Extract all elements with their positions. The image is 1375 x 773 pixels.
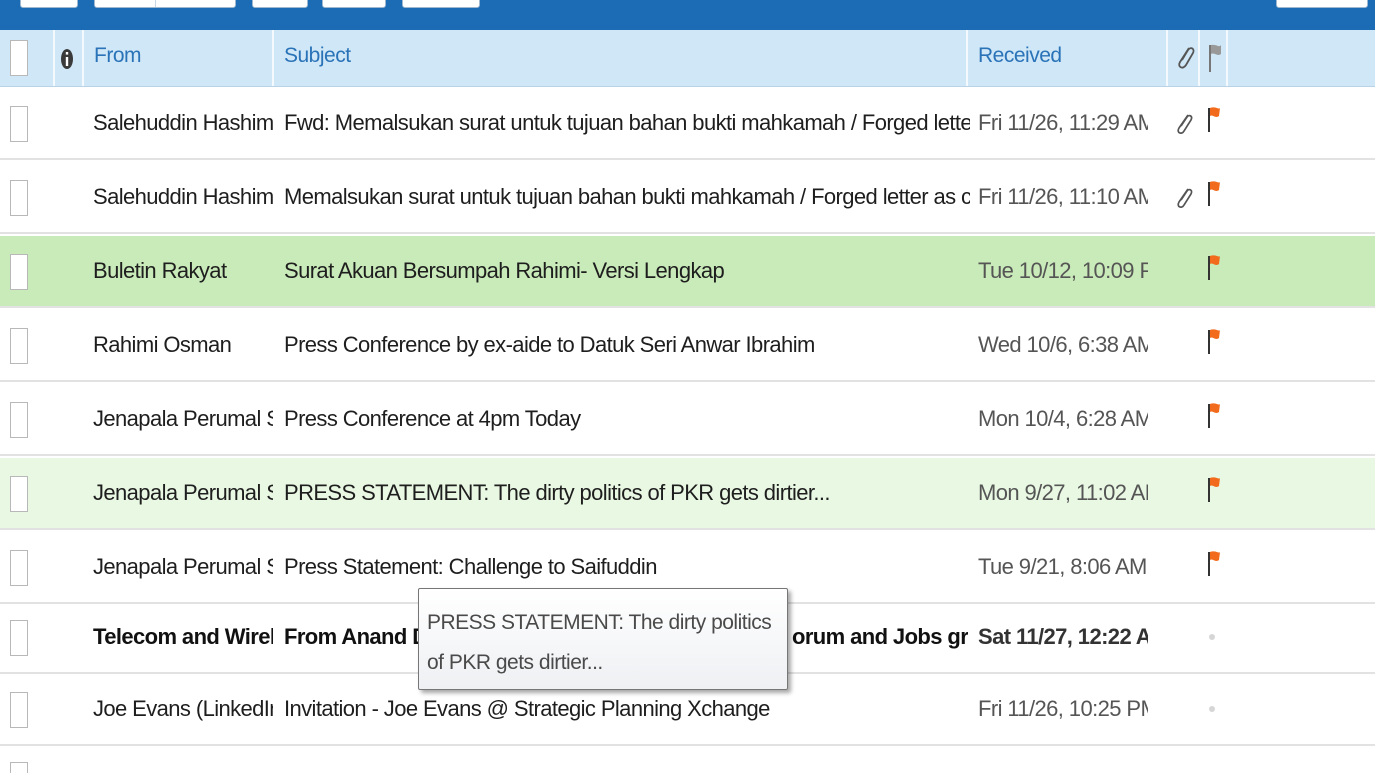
- message-subject: Press Conference by ex-aide to Datuk Ser…: [284, 332, 815, 357]
- message-received: Fri 11/26, 11:10 AM: [978, 184, 1148, 209]
- message-subject-tail: orum and Jobs grou...: [792, 624, 968, 649]
- row-checkbox[interactable]: [10, 692, 28, 728]
- flag-icon[interactable]: [1204, 400, 1224, 430]
- message-row[interactable]: Buletin Rakyat Surat Akuan Bersumpah Rah…: [0, 236, 1375, 308]
- message-subject: Memalsukan surat untuk tujuan bahan bukt…: [284, 184, 970, 209]
- column-header-received[interactable]: Received: [978, 30, 1062, 86]
- subject-tooltip: PRESS STATEMENT: The dirty politics of P…: [418, 588, 788, 690]
- message-from: Buletin Rakyat: [93, 258, 227, 283]
- column-header-from[interactable]: From: [94, 30, 142, 86]
- flag-placeholder-icon[interactable]: [1209, 634, 1215, 640]
- message-subject: Fwd: Memalsukan surat untuk tujuan bahan…: [284, 110, 970, 135]
- row-checkbox[interactable]: [10, 180, 28, 216]
- toolbar-button-2[interactable]: [94, 0, 236, 8]
- message-row[interactable]: Salehuddin Hashim Fwd: Memalsukan surat …: [0, 88, 1375, 160]
- flag-icon[interactable]: [1204, 252, 1224, 282]
- message-from: Telecom and Wireles...: [93, 624, 273, 649]
- message-received: Tue 10/12, 10:09 PM: [978, 258, 1148, 283]
- message-row[interactable]: Rahimi Osman Press Conference by ex-aide…: [0, 310, 1375, 382]
- message-received: Fri 11/26, 11:29 AM: [978, 110, 1148, 135]
- column-separator: [53, 30, 55, 86]
- flag-placeholder-icon[interactable]: [1209, 706, 1215, 712]
- message-from: Joe Evans (LinkedIn M...: [93, 696, 273, 721]
- attachment-icon: [1177, 188, 1193, 208]
- message-from: Salehuddin Hashim: [93, 184, 273, 209]
- column-separator: [272, 30, 274, 86]
- toolbar-button-6[interactable]: [1276, 0, 1368, 8]
- row-checkbox[interactable]: [10, 328, 28, 364]
- row-checkbox[interactable]: [10, 254, 28, 290]
- paperclip-icon[interactable]: [1174, 42, 1196, 72]
- flag-icon[interactable]: [1204, 326, 1224, 356]
- toolbar-button-4[interactable]: [322, 0, 386, 8]
- row-checkbox[interactable]: [10, 550, 28, 586]
- message-subject: Surat Akuan Bersumpah Rahimi- Versi Leng…: [284, 258, 725, 283]
- flag-icon[interactable]: [1205, 42, 1225, 74]
- flag-icon[interactable]: [1204, 178, 1224, 208]
- select-all-checkbox[interactable]: [10, 40, 28, 76]
- column-separator: [1226, 30, 1228, 86]
- message-row[interactable]: Jenapala Perumal Su... Press Conference …: [0, 384, 1375, 456]
- info-icon[interactable]: [60, 48, 74, 70]
- attachment-icon: [1177, 114, 1193, 134]
- flag-icon[interactable]: [1204, 548, 1224, 578]
- column-separator: [1198, 30, 1200, 86]
- toolbar-button-3[interactable]: [252, 0, 308, 8]
- flag-icon[interactable]: [1204, 474, 1224, 504]
- message-received: Sat 11/27, 12:22 AM: [978, 624, 1148, 649]
- flag-icon[interactable]: [1204, 104, 1224, 134]
- column-header-subject[interactable]: Subject: [284, 30, 351, 86]
- message-from: Jenapala Perumal Su...: [93, 406, 273, 431]
- message-row[interactable]: Jenapala Perumal Su... PRESS STATEMENT: …: [0, 458, 1375, 530]
- message-subject: PRESS STATEMENT: The dirty politics of P…: [284, 480, 831, 505]
- message-from: Jenapala Perumal Su...: [93, 554, 273, 579]
- message-received: Mon 9/27, 11:02 AM: [978, 480, 1148, 505]
- row-checkbox[interactable]: [10, 402, 28, 438]
- message-from: Salehuddin Hashim: [93, 110, 273, 135]
- row-checkbox[interactable]: [10, 762, 28, 773]
- row-checkbox[interactable]: [10, 620, 28, 656]
- message-received: Wed 10/6, 6:38 AM: [978, 332, 1148, 357]
- message-received: Fri 11/26, 10:25 PM: [978, 696, 1148, 721]
- column-separator: [1166, 30, 1168, 86]
- toolbar: [0, 0, 1375, 30]
- message-received: Tue 9/21, 8:06 AM: [978, 554, 1147, 579]
- message-list-header: From Subject Received: [0, 30, 1375, 87]
- row-checkbox[interactable]: [10, 106, 28, 142]
- row-checkbox[interactable]: [10, 476, 28, 512]
- column-separator: [82, 30, 84, 86]
- message-from: Rahimi Osman: [93, 332, 232, 357]
- message-row[interactable]: Salehuddin Hashim Memalsukan surat untuk…: [0, 162, 1375, 234]
- message-subject: Press Conference at 4pm Today: [284, 406, 581, 431]
- column-separator: [966, 30, 968, 86]
- toolbar-button-1[interactable]: [20, 0, 78, 8]
- toolbar-button-5[interactable]: [402, 0, 480, 8]
- message-from: Jenapala Perumal Su...: [93, 480, 273, 505]
- message-row[interactable]: [0, 746, 1375, 773]
- message-received: Mon 10/4, 6:28 AM: [978, 406, 1148, 431]
